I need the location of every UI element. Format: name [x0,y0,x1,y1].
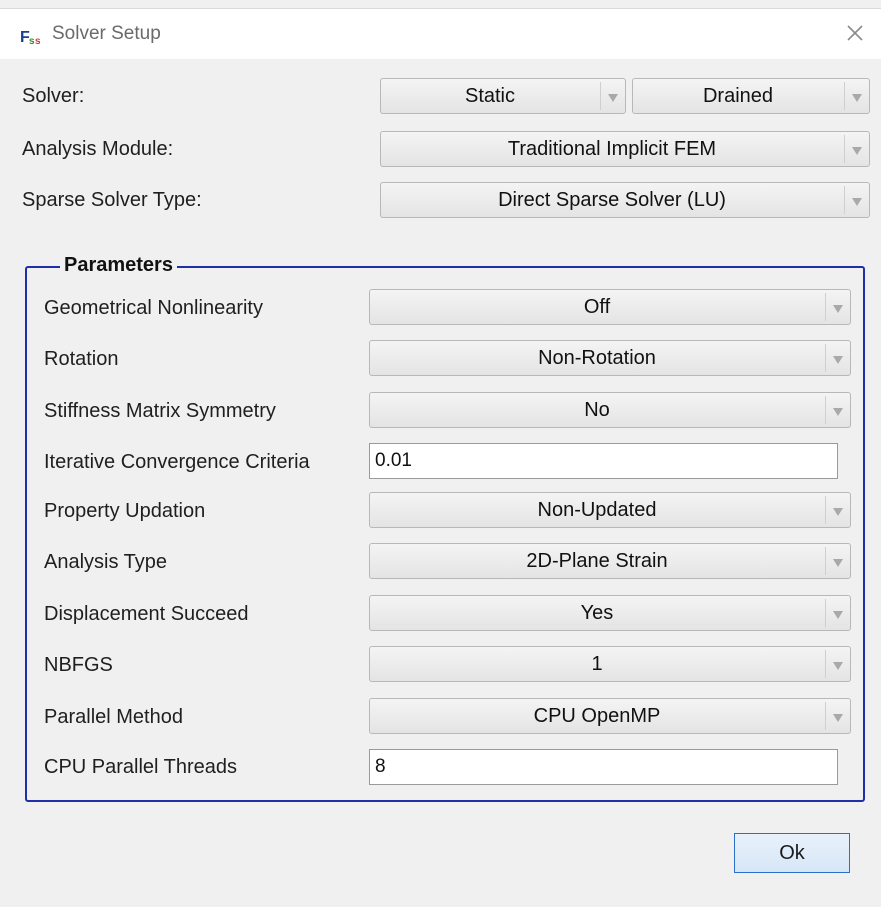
chevron-down-icon [825,293,850,321]
chevron-down-icon [844,135,869,163]
ok-button[interactable]: Ok [734,833,850,873]
drainage-value: Drained [702,84,774,107]
chevron-down-icon [825,547,850,575]
param-label: Property Updation [44,500,206,522]
param-label: Stiffness Matrix Symmetry [44,400,276,422]
property-updation-combo[interactable]: Non-Updated [369,492,851,528]
solver-label: Solver: [22,85,85,107]
nbfgs-combo[interactable]: 1 [369,646,851,682]
param-label: CPU Parallel Threads [44,756,238,778]
param-value: 2D-Plane Strain [526,549,668,572]
chevron-down-icon [844,82,869,110]
sparse-solver-value: Direct Sparse Solver (LU) [498,188,726,211]
param-value: Non-Rotation [538,346,656,369]
solver-type-value: Static [464,84,516,107]
param-label: Displacement Succeed [44,603,249,625]
chevron-down-icon [825,599,850,627]
param-value: Yes [580,601,614,624]
fs-app-icon: F s s [20,29,41,46]
sparse-solver-combo[interactable]: Direct Sparse Solver (LU) [380,182,870,218]
rotation-combo[interactable]: Non-Rotation [369,340,851,376]
sparse-solver-label: Sparse Solver Type: [22,189,202,211]
stiffness-symmetry-combo[interactable]: No [369,392,851,428]
close-icon[interactable] [841,19,869,47]
chevron-down-icon [844,186,869,214]
window-title: Solver Setup [52,23,161,44]
parameters-title: Parameters [60,254,177,277]
chevron-down-icon [600,82,625,110]
param-label: Analysis Type [44,551,168,573]
solver-setup-dialog: F s s Solver Setup Solver: Static Draine… [0,0,881,907]
displacement-succeed-combo[interactable]: Yes [369,595,851,631]
parallel-method-combo[interactable]: CPU OpenMP [369,698,851,734]
param-label: Rotation [44,348,119,370]
param-value: 1 [591,652,603,675]
chevron-down-icon [825,396,850,424]
geometrical-nonlinearity-combo[interactable]: Off [369,289,851,325]
param-label: NBFGS [44,654,113,676]
param-value: No [584,398,610,421]
analysis-module-label: Analysis Module: [22,138,174,160]
chevron-down-icon [825,496,850,524]
svg-text:s: s [35,36,41,46]
param-label: Geometrical Nonlinearity [44,297,263,319]
analysis-type-combo[interactable]: 2D-Plane Strain [369,543,851,579]
solver-type-combo[interactable]: Static [380,78,626,114]
convergence-criteria-input[interactable]: 0.01 [369,443,838,479]
chevron-down-icon [825,702,850,730]
param-value: Off [583,295,611,318]
param-value: CPU OpenMP [533,704,661,727]
title-bar: F s s Solver Setup [0,8,881,59]
analysis-module-value: Traditional Implicit FEM [507,137,717,160]
param-label: Iterative Convergence Criteria [44,451,310,473]
chevron-down-icon [825,650,850,678]
chevron-down-icon [825,344,850,372]
param-value: Non-Updated [537,498,657,521]
cpu-threads-input[interactable]: 8 [369,749,838,785]
drainage-combo[interactable]: Drained [632,78,870,114]
analysis-module-combo[interactable]: Traditional Implicit FEM [380,131,870,167]
param-label: Parallel Method [44,706,183,728]
